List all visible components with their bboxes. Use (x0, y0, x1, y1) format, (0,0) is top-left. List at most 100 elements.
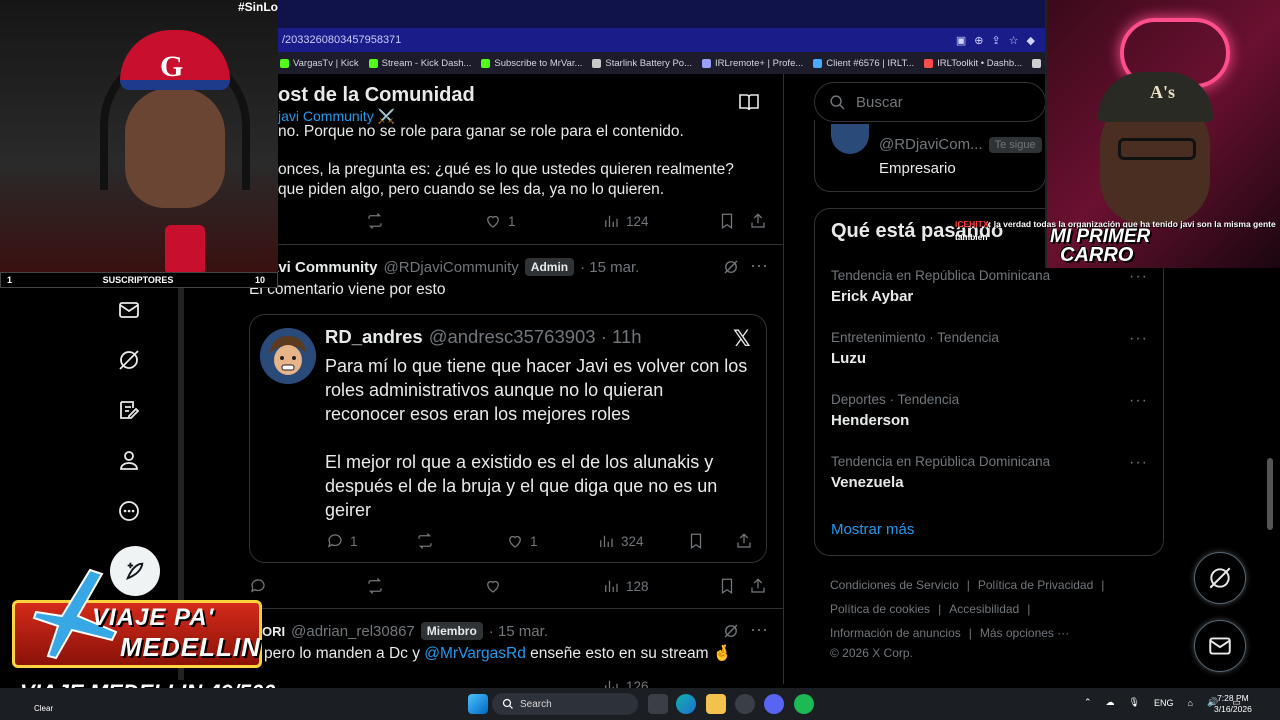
quote-bookmark-button[interactable] (687, 532, 705, 550)
trend-name[interactable]: Luzu (831, 350, 866, 367)
more-circle-icon (119, 501, 139, 521)
search-box[interactable]: Buscar (814, 82, 1046, 122)
language-indicator[interactable]: ENG (1154, 698, 1174, 708)
drafts-nav[interactable] (114, 395, 144, 425)
address-url[interactable]: /2033260803457958371 (282, 34, 401, 46)
privacy-link[interactable]: Política de Privacidad (978, 578, 1093, 592)
trend-name[interactable]: Erick Aybar (831, 288, 913, 305)
repost-button[interactable] (366, 212, 384, 230)
like-button[interactable]: 1 (484, 212, 516, 230)
trend-more-icon[interactable]: ··· (1129, 268, 1148, 286)
discord-icon[interactable] (764, 694, 784, 714)
bookmark-button[interactable] (718, 212, 736, 230)
taskbar-search-label: Search (520, 698, 552, 710)
accessibility-link[interactable]: Accesibilidad (949, 602, 1019, 616)
like-button[interactable] (484, 577, 502, 595)
weather-label[interactable]: Clear (34, 704, 53, 713)
file-explorer-icon[interactable] (706, 694, 726, 714)
bookmark-item[interactable]: Client #6576 | IRLT... (813, 58, 914, 69)
zoom-icon[interactable]: ⊕ (974, 34, 983, 47)
scrollbar-thumb[interactable] (1267, 458, 1273, 530)
post-text-part: enseñe esto en su stream 🤞 (525, 645, 733, 662)
quote-share-button[interactable] (735, 532, 753, 550)
grok-float-button[interactable] (1194, 552, 1246, 604)
book-icon[interactable] (739, 93, 759, 111)
favorite-star-icon[interactable]: ☆ (1009, 34, 1019, 47)
bookmark-item[interactable]: IRLToolkit • Dashb... (924, 58, 1022, 69)
taskbar-search[interactable]: Search (492, 693, 638, 715)
more-options-link[interactable]: Más opciones ··· (980, 626, 1069, 640)
repost-icon (418, 533, 432, 549)
author-handle[interactable]: @RDjaviCommunity (384, 259, 519, 276)
bookmark-icon (721, 578, 733, 594)
quote-like-button[interactable]: 1 (506, 532, 538, 550)
show-more-link[interactable]: Mostrar más (831, 521, 914, 538)
grok-icon (119, 350, 139, 370)
chevron-up-icon[interactable]: ⌃ (1084, 697, 1092, 708)
post-date[interactable]: · 15 mar. (580, 259, 639, 276)
mic-icon[interactable]: 🎙 (1129, 697, 1140, 708)
cloud-icon[interactable]: ☁ (1106, 697, 1115, 708)
quote-text-line: roles administrativos aunque no lo quier… (325, 380, 664, 400)
bookmark-item[interactable]: Subscribe to MrVar... (481, 58, 582, 69)
views-button[interactable]: 124 (602, 212, 649, 230)
messages-nav[interactable] (114, 295, 144, 325)
more-options-icon[interactable]: ··· (750, 619, 768, 640)
terms-link[interactable]: Condiciones de Servicio (830, 578, 959, 592)
views-button[interactable]: 128 (602, 577, 649, 595)
start-icon[interactable] (468, 694, 488, 714)
mention-link[interactable]: @MrVargasRd (424, 645, 526, 662)
trend-name[interactable]: Henderson (831, 412, 909, 429)
trend-more-icon[interactable]: ··· (1129, 330, 1148, 348)
ads-info-link[interactable]: Información de anuncios (830, 626, 961, 640)
address-bar[interactable]: /2033260803457958371 ▣ ⊕ ⇪ ☆ ◆ (278, 28, 1045, 52)
bookmark-item[interactable]: Stream - Kick Dash... (368, 58, 471, 69)
grok-nav[interactable] (114, 345, 144, 375)
share-icon[interactable]: ⇪ (991, 34, 1000, 47)
more-nav[interactable] (114, 496, 144, 526)
quote-avatar[interactable] (260, 328, 316, 384)
share-button[interactable] (749, 577, 767, 595)
clock[interactable]: 7:28 PM 3/16/2026 (1214, 693, 1252, 715)
spotify-icon[interactable] (794, 694, 814, 714)
like-count: 1 (530, 533, 538, 549)
quote-author-handle[interactable]: @andresc35763903 · 11h (429, 326, 642, 348)
quote-views-button[interactable]: 324 (597, 532, 644, 550)
profile-nav[interactable] (114, 445, 144, 475)
network-icon[interactable]: ⌂ (1188, 698, 1193, 708)
more-options-icon[interactable]: ··· (750, 255, 768, 276)
extension-icon[interactable]: ◆ (1027, 34, 1035, 47)
overlay-title-line2: CARRO (1060, 244, 1134, 266)
follow-handle[interactable]: @RDjaviCom... (879, 136, 983, 153)
repost-button[interactable] (366, 577, 384, 595)
reply-button[interactable] (249, 577, 267, 595)
quote-reply-button[interactable]: 1 (326, 532, 358, 550)
trend-more-icon[interactable]: ··· (1129, 454, 1148, 472)
bookmark-item[interactable]: VargasTv | Kick (280, 58, 359, 69)
quote-repost-button[interactable] (416, 532, 434, 550)
search-input[interactable]: Buscar (856, 94, 903, 111)
quoted-post-card[interactable] (249, 314, 767, 563)
grok-button[interactable] (722, 258, 740, 281)
bookmark-item[interactable]: Starlink Battery Po... (592, 58, 692, 69)
bookmark-item[interactable]: IRLremote+ | Profe... (702, 58, 803, 69)
trend-more-icon[interactable]: ··· (1129, 392, 1148, 410)
bookmark-button[interactable] (718, 577, 736, 595)
cookies-link[interactable]: Política de cookies (830, 602, 930, 616)
clock-time: 7:28 PM (1217, 693, 1249, 703)
author-name[interactable]: avi Community (270, 259, 378, 276)
app-icon[interactable] (735, 694, 755, 714)
messages-float-button[interactable] (1194, 620, 1246, 672)
author-handle[interactable]: @adrian_rel30867 (291, 623, 415, 640)
reader-icon[interactable]: ▣ (956, 34, 966, 47)
banner-line1: VIAJE PA' (92, 604, 215, 631)
quote-author-name[interactable]: RD_andres (325, 326, 423, 348)
share-button[interactable] (749, 212, 767, 230)
edge-icon[interactable] (676, 694, 696, 714)
author-name[interactable]: ORI (262, 624, 285, 639)
post-date[interactable]: · 15 mar. (489, 623, 548, 640)
trend-name[interactable]: Venezuela (831, 474, 904, 491)
views-icon (605, 215, 618, 227)
bookmark-item[interactable]: Curva Wheels CFF76 (1032, 58, 1045, 69)
task-view-icon[interactable] (648, 694, 668, 714)
